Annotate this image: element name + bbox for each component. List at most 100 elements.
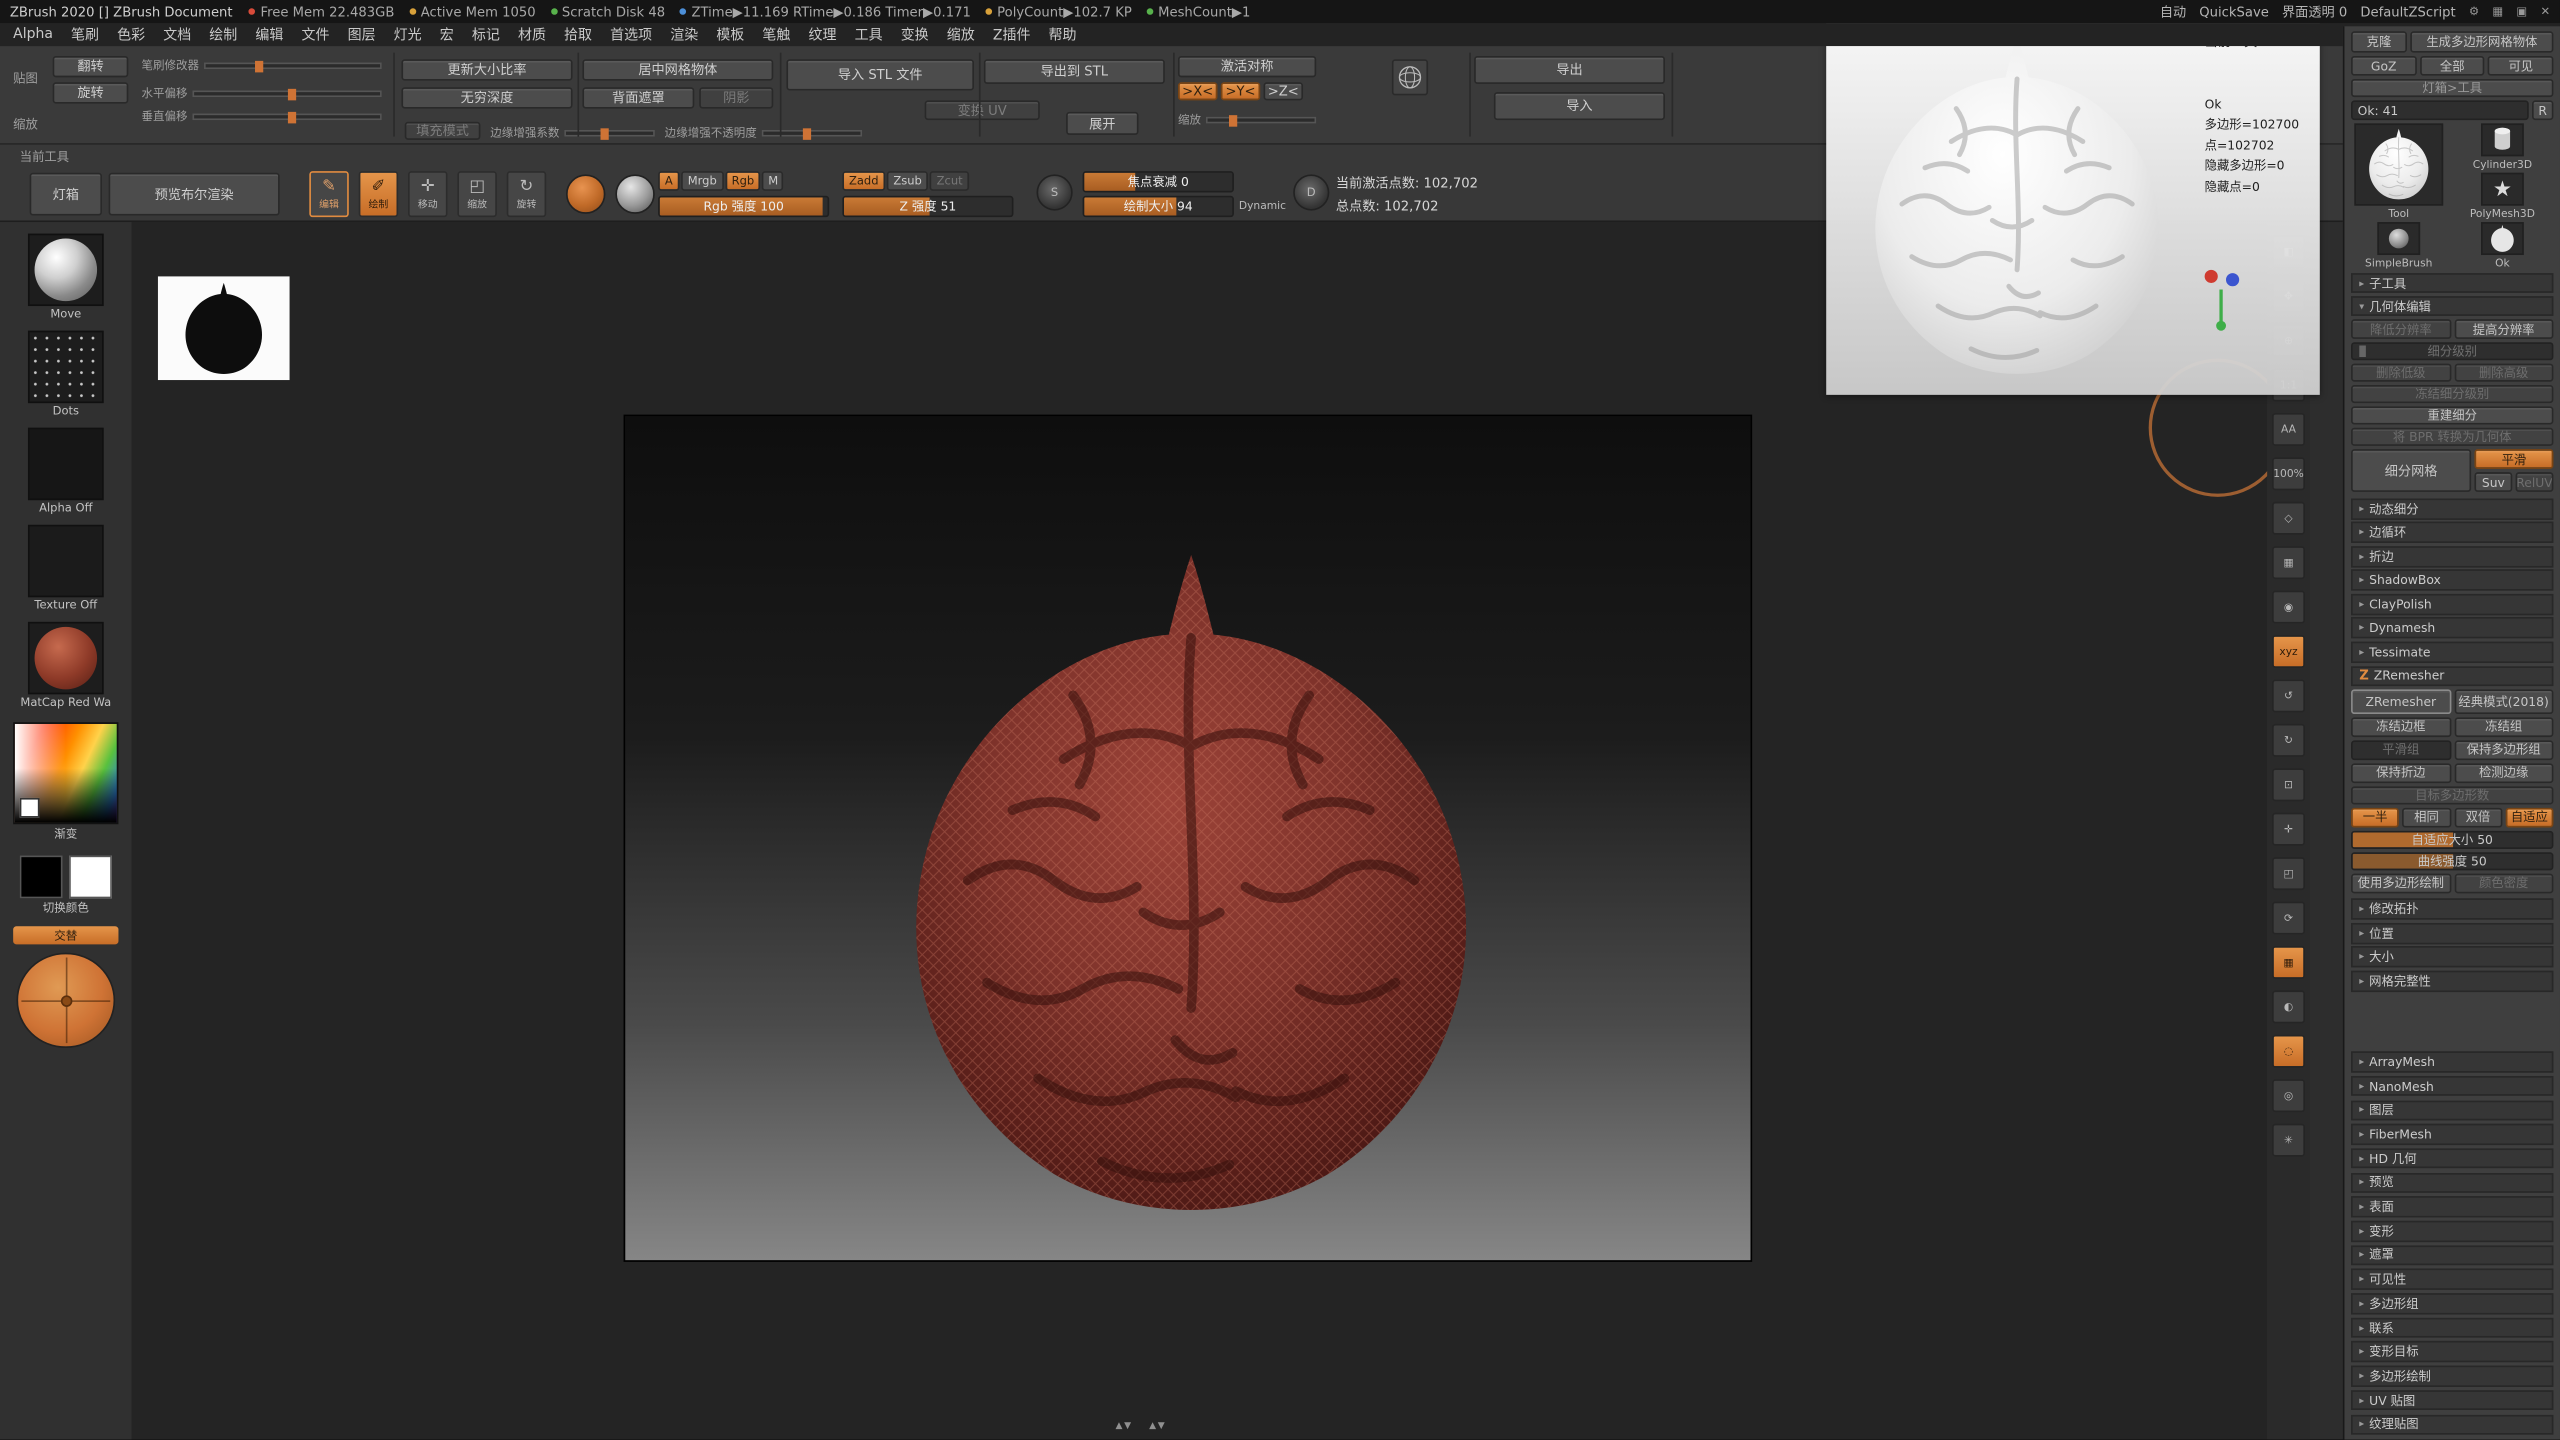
focal-shift-slider[interactable]: 焦点衰减 0 — [1082, 171, 1234, 193]
zcut-toggle[interactable]: Zcut — [930, 171, 970, 191]
bpr-to-geo-button[interactable]: 将 BPR 转换为几何体 — [2351, 427, 2554, 446]
zadd-toggle[interactable]: Zadd — [842, 171, 886, 191]
scale-button[interactable]: ◰ 缩放 — [457, 171, 497, 218]
reluv-button[interactable]: RelUV — [2515, 472, 2554, 492]
menu-item[interactable]: 变换 — [901, 25, 929, 44]
z-intensity-slider[interactable]: Z 强度 51 — [842, 195, 1014, 218]
solo-icon[interactable]: ◎ — [2272, 1079, 2305, 1113]
subpalette-header[interactable]: ▸ 预览 — [2351, 1172, 2554, 1194]
fill-mode-button[interactable]: 填充模式 — [404, 121, 481, 140]
sculptris-pro-toggle[interactable]: S — [1036, 174, 1073, 211]
persp-icon[interactable]: ◇ — [2272, 501, 2305, 535]
mrgb-toggle[interactable]: Mrgb — [681, 171, 724, 191]
unwrap-button[interactable]: 展开 — [1066, 111, 1139, 135]
zsub-toggle[interactable]: Zsub — [886, 171, 929, 191]
aa-half-icon[interactable]: AA — [2272, 412, 2305, 446]
subpalette-header[interactable]: ▸ 图层 — [2351, 1099, 2554, 1121]
edit-button[interactable]: ✎ 编辑 — [309, 171, 349, 218]
subpalette-header[interactable]: ▸ FiberMesh — [2351, 1124, 2554, 1145]
zoom-percent-icon[interactable]: 100% — [2272, 457, 2305, 491]
m-toggle[interactable]: M — [762, 171, 784, 191]
geometry-header[interactable]: ▾ 几何体编辑 — [2351, 296, 2554, 316]
subpalette-header[interactable]: ▸ ShadowBox — [2351, 569, 2554, 591]
goz-all-button[interactable]: 全部 — [2419, 55, 2485, 76]
material-sphere-button[interactable] — [615, 174, 655, 214]
draw-size-slider[interactable]: 绘制大小 94 — [1082, 195, 1234, 218]
subpalette-header[interactable]: ▸ ClayPolish — [2351, 593, 2554, 615]
menu-item[interactable]: Alpha — [13, 26, 53, 42]
curve-strength-slider[interactable]: 曲线强度 50 — [2351, 851, 2554, 870]
subpalette-header[interactable]: ▸ UV 贴图 — [2351, 1389, 2554, 1411]
subtool-header[interactable]: ▸ 子工具 — [2351, 273, 2554, 293]
sym-x-toggle[interactable]: >X< — [1177, 82, 1218, 101]
divide-button[interactable]: 细分网格 — [2351, 449, 2472, 492]
restore-icon[interactable]: ▣ — [2516, 5, 2527, 18]
stroke-thumb[interactable] — [27, 330, 104, 404]
subpalette-header[interactable]: ▸ 网格完整性 — [2351, 969, 2554, 992]
menu-item[interactable]: 模板 — [716, 25, 744, 44]
floor-icon[interactable]: ▦ — [2272, 546, 2305, 580]
ui-transparency-slider[interactable]: 界面透明 0 — [2282, 2, 2347, 20]
close-icon[interactable]: ✕ — [2540, 5, 2550, 18]
primary-color-swatch[interactable] — [19, 855, 63, 899]
subpalette-header[interactable]: ▸ 多边形组 — [2351, 1293, 2554, 1314]
make-polymesh3d-button[interactable]: 生成多边形网格物体 — [2410, 31, 2554, 53]
subpalette-header[interactable]: ▸ 变形 — [2351, 1220, 2554, 1242]
sphere-grid-icon[interactable] — [1391, 59, 1429, 96]
ok-tool-thumb[interactable] — [2481, 222, 2524, 256]
gear-icon[interactable]: ⚙ — [2469, 5, 2479, 18]
menu-item[interactable]: 标记 — [472, 25, 500, 44]
dynamic-mode-toggle[interactable]: D — [1293, 174, 1330, 211]
r-button[interactable]: R — [2532, 100, 2554, 121]
v-offset-slider[interactable]: 垂直偏移 — [141, 109, 382, 125]
sym-y-toggle[interactable]: >Y< — [1220, 82, 1261, 101]
rgb-toggle[interactable]: Rgb — [725, 171, 761, 191]
freeze-border-toggle[interactable]: 冻结边框 — [2351, 716, 2451, 737]
polymesh3d-thumb[interactable]: ★ — [2481, 172, 2524, 206]
quicksave-button[interactable]: QuickSave — [2199, 4, 2269, 19]
subpalette-header[interactable]: ▸ 位置 — [2351, 922, 2554, 944]
freeze-groups-toggle[interactable]: 冻结组 — [2453, 716, 2554, 737]
smt-toggle[interactable]: 平滑 — [2474, 449, 2554, 469]
rotate-button[interactable]: ↻ 旋转 — [506, 171, 547, 218]
export-stl-button[interactable]: 导出到 STL — [983, 59, 1165, 84]
subpalette-header[interactable]: ▸ 动态细分 — [2351, 497, 2554, 520]
update-size-ratio-button[interactable]: 更新大小比率 — [401, 59, 573, 81]
menu-item[interactable]: 帮助 — [1049, 25, 1077, 44]
sculpt-model[interactable] — [872, 518, 1510, 1255]
subpalette-header[interactable]: ▸ 纹理贴图 — [2351, 1414, 2554, 1435]
infinite-depth-button[interactable]: 无穷深度 — [401, 87, 573, 109]
subpalette-header[interactable]: ▸ Tessimate — [2351, 640, 2554, 663]
current-brush-thumb[interactable] — [27, 233, 104, 307]
sdiv-slider[interactable]: 细分级别 — [2351, 342, 2554, 361]
menu-item[interactable]: 渲染 — [670, 25, 698, 44]
subpalette-header[interactable]: ▸ HD 几何 — [2351, 1148, 2554, 1169]
color-subsquare[interactable] — [19, 797, 40, 818]
menu-item[interactable]: Z插件 — [993, 25, 1031, 44]
center-mesh-button[interactable]: 居中网格物体 — [582, 59, 774, 81]
texture-thumb[interactable] — [27, 524, 104, 598]
ghost-toggle[interactable]: ◌ — [2272, 1034, 2305, 1068]
keep-creases-toggle[interactable]: 保持折边 — [2351, 762, 2451, 783]
color-ball[interactable] — [16, 952, 116, 1049]
move-icon[interactable]: ✛ — [2272, 812, 2305, 846]
transform-uv-button[interactable]: 变换 UV — [924, 100, 1040, 121]
shadow-button[interactable]: 阴影 — [699, 87, 774, 109]
subpalette-header[interactable]: ▸ 变形目标 — [2351, 1341, 2554, 1363]
polyframe-toggle[interactable]: ▦ — [2272, 946, 2305, 979]
rotate-left-icon[interactable]: ↺ — [2272, 679, 2305, 713]
rotate-right-icon[interactable]: ↻ — [2272, 723, 2305, 757]
document-thumbnail[interactable] — [157, 276, 290, 381]
adapt-toggle[interactable]: 自适应 — [2505, 806, 2554, 827]
goz-visible-button[interactable]: 可见 — [2488, 55, 2554, 76]
color-picker[interactable] — [13, 722, 119, 825]
frame-icon[interactable]: ⊡ — [2272, 768, 2305, 802]
menu-item[interactable]: 笔刷 — [71, 25, 99, 44]
subpalette-header[interactable]: ▸ ArrayMesh — [2351, 1051, 2554, 1073]
tool-name-slider[interactable]: Ok: 41 — [2351, 100, 2529, 121]
canvas[interactable]: ▲▼ ▲▼ — [131, 222, 2268, 1440]
rotate-icon[interactable]: ⟳ — [2272, 901, 2305, 935]
menu-item[interactable]: 首选项 — [610, 25, 652, 44]
auto-toggle[interactable]: 自动 — [2160, 2, 2186, 20]
alt-color-button[interactable]: 交替 — [13, 926, 119, 945]
